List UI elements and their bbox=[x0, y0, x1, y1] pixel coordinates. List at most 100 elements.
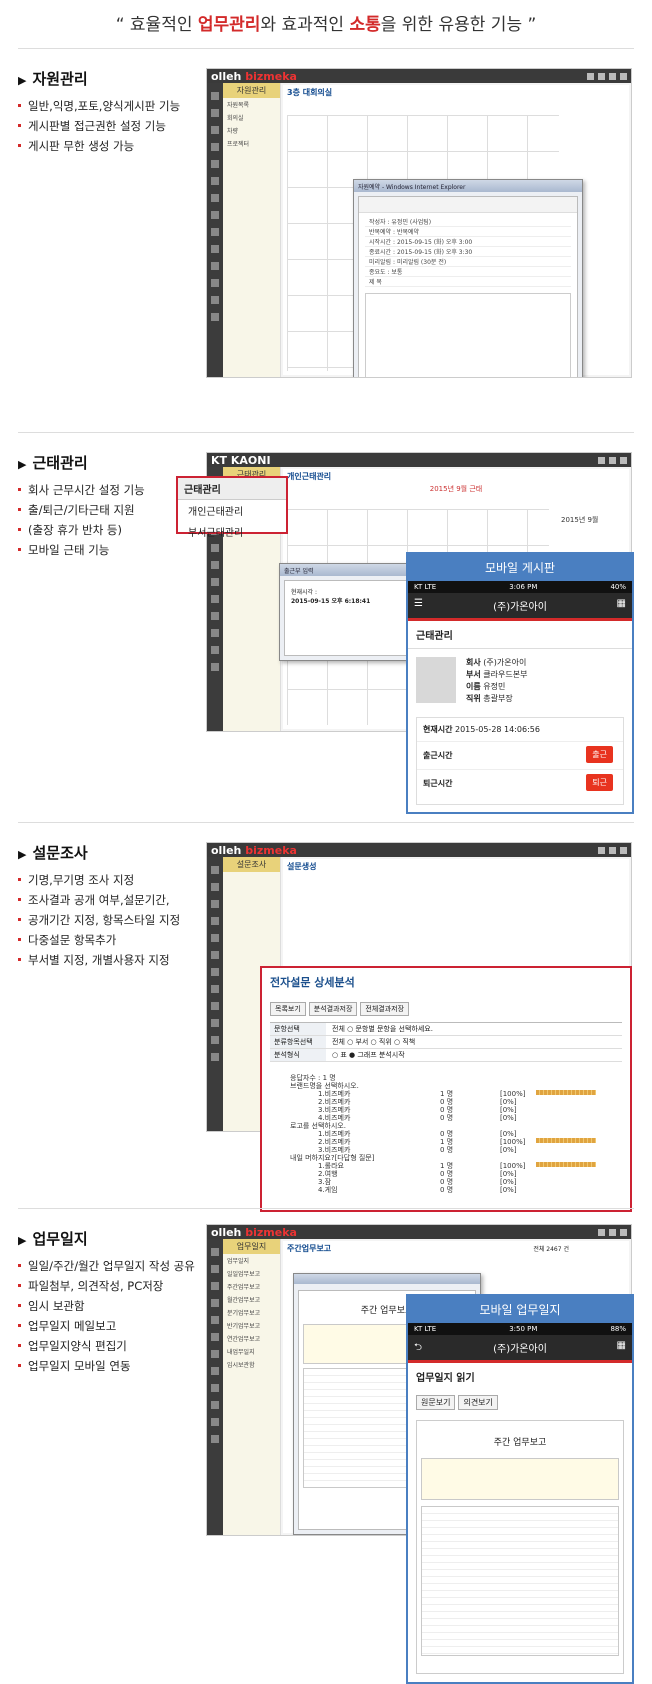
sidebar: 자원관리 자원목록 회의실 차량 프로젝터 bbox=[223, 83, 281, 377]
result-bar bbox=[536, 1138, 596, 1143]
bullet: 임시 보관함 bbox=[18, 1296, 208, 1316]
user-icon[interactable] bbox=[598, 72, 605, 80]
section-worklog: ▶ 업무일지 일일/주간/월간 업무일지 작성 공유 파일첨부, 의견작성, PC… bbox=[18, 1222, 634, 1684]
user-icon[interactable] bbox=[609, 456, 616, 464]
bullet-list: 기명,무기명 조사 지정 조사결과 공개 여부,설문기간, 공개기간 지정, 항… bbox=[18, 870, 208, 970]
bullet-cont: 공개기간 지정, 항목스타일 지정 bbox=[18, 910, 208, 930]
mobile-header: 모바일 업무일지 bbox=[408, 1296, 632, 1323]
grid-icon[interactable]: ▦ bbox=[617, 1340, 626, 1351]
top-bar: KT KAONI bbox=[207, 453, 631, 467]
result-row: 3.비즈메카 0 명 [0%] bbox=[318, 1106, 517, 1114]
result-bar bbox=[536, 1162, 596, 1167]
result-row: 2.여행 0 명 [0%] bbox=[318, 1170, 517, 1178]
view-original-button[interactable]: 원문보기 bbox=[416, 1395, 456, 1410]
divider bbox=[18, 432, 634, 433]
home-icon[interactable] bbox=[598, 456, 605, 464]
result-row: 응답자수 : 1 명 bbox=[290, 1074, 336, 1082]
bullet: 조사결과 공개 여부,설문기간, bbox=[18, 890, 208, 910]
divider bbox=[18, 48, 634, 49]
back-icon[interactable]: ⮌ bbox=[414, 1340, 422, 1357]
divider bbox=[18, 1208, 634, 1209]
bullet: 게시판 무한 생성 가능 bbox=[18, 136, 208, 156]
menu-personal-attendance[interactable]: 개인근태관리 bbox=[178, 500, 286, 521]
result-row: 로고를 선택하시오. bbox=[290, 1122, 346, 1130]
section-title: ▶ 근태관리 bbox=[18, 454, 88, 472]
popup-body: 현재시각 : 2015-09-15 오후 6:18:41 bbox=[284, 580, 424, 656]
top-bar: olleh bizmeka bbox=[207, 843, 631, 857]
resource-screenshot: olleh bizmeka 자원관리 자원목록 회의실 차량 프로젝터 3층 대회의실 … bbox=[206, 68, 632, 378]
logo: olleh bizmeka bbox=[211, 1225, 297, 1239]
settings-icon[interactable] bbox=[620, 456, 627, 464]
divider bbox=[18, 822, 634, 823]
results-list: 응답자수 : 1 명 브랜드명을 선택하시오. 1.비즈메카 1 명 [100%] 2.비… bbox=[290, 1074, 622, 1194]
app-bar: ⮌ (주)가온아이 ▦ bbox=[408, 1335, 632, 1360]
user-icon[interactable] bbox=[609, 846, 616, 854]
section-label: 업무일지 읽기 bbox=[416, 1373, 475, 1384]
top-bar: olleh bizmeka bbox=[207, 1225, 631, 1239]
section-label: 근태관리 bbox=[408, 621, 632, 649]
menu-dept-attendance[interactable]: 부서근태관리 bbox=[178, 521, 286, 542]
status-bar: KT LTE 3:50 PM 88% bbox=[408, 1323, 632, 1335]
result-row: 2.비즈메카 0 명 [0%] bbox=[318, 1098, 517, 1106]
result-row: 브랜드명을 선택하시오. bbox=[290, 1082, 359, 1090]
bullet: 다중설문 항목추가 bbox=[18, 930, 208, 950]
section-survey: ▶ 설문조사 기명,무기명 조사 지정 조사결과 공개 여부,설문기간, 공개기간… bbox=[18, 836, 634, 1216]
mobile-header: 모바일 게시판 bbox=[408, 554, 632, 581]
section-attendance: ▶ 근태관리 회사 근무시간 설정 기능 출/퇴근/기타근태 지원 (출장 휴가 … bbox=[18, 446, 634, 826]
section-resource: ▶ 자원관리 일반,익명,포토,양식게시판 기능 게시판별 접근권한 설정 기능 … bbox=[18, 62, 634, 382]
checkin-button[interactable]: 출근 bbox=[586, 746, 613, 763]
section-title: ▶ 업무일지 bbox=[18, 1230, 88, 1248]
logo: olleh bizmeka bbox=[211, 69, 297, 83]
left-nav bbox=[207, 857, 223, 1131]
view-comments-button[interactable]: 의견보기 bbox=[458, 1395, 498, 1410]
sidebar: 업무일지 업무일지 일일업무보고 주간업무보고 월간업무보고 분기업무보고 반기… bbox=[223, 1239, 281, 1535]
status-bar: KT LTE 3:06 PM 40% bbox=[408, 581, 632, 593]
checkout-button[interactable]: 퇴근 bbox=[586, 774, 613, 791]
bullet: 파일첨부, 의견작성, PC저장 bbox=[18, 1276, 208, 1296]
result-row: 1.비즈메카 1 명 [100%] bbox=[290, 1090, 622, 1098]
popup-body: 작성자 : 유정민 (사업팀) 반복예약 : 반복예약 시작시간 : 2015-… bbox=[358, 196, 578, 377]
settings-icon[interactable] bbox=[609, 72, 616, 80]
result-row: 1.롤라요 1 명 [100%] bbox=[290, 1162, 622, 1170]
bullet: 기명,무기명 조사 지정 bbox=[18, 870, 208, 890]
popup-titlebar: 자원예약 - Windows Internet Explorer bbox=[354, 180, 582, 192]
logo: KT KAONI bbox=[211, 453, 271, 467]
bullet: 부서별 지정, 개별사용자 지정 bbox=[18, 950, 208, 970]
editor-area[interactable] bbox=[365, 293, 571, 377]
left-nav bbox=[207, 83, 223, 377]
result-row: 내일 머하지요?[다답형 질문] bbox=[290, 1154, 375, 1162]
avatar bbox=[416, 657, 456, 703]
page-title: 주간업무보고 bbox=[287, 1244, 332, 1253]
result-row: 1.비즈메카 0 명 [0%] bbox=[318, 1130, 517, 1138]
bullet: 업무일지 모바일 연동 bbox=[18, 1356, 208, 1376]
page-title: 개인근태관리 bbox=[287, 472, 332, 481]
bullet: 일일/주간/월간 업무일지 작성 공유 bbox=[18, 1256, 208, 1276]
top-bar: olleh bizmeka bbox=[207, 69, 631, 83]
grid-icon[interactable]: ▦ bbox=[617, 598, 626, 609]
bullet: 일반,익명,포토,양식게시판 기능 bbox=[18, 96, 208, 116]
list-button[interactable]: 목록보기 bbox=[270, 1002, 306, 1016]
bullet-list: 일반,익명,포토,양식게시판 기능 게시판별 접근권한 설정 기능 게시판 무한… bbox=[18, 96, 208, 156]
bullet: 업무일지 메일보고 bbox=[18, 1316, 208, 1336]
mobile-worklog: 모바일 업무일지 KT LTE 3:50 PM 88% ⮌ (주)가온아이 ▦ 업무일지… bbox=[406, 1294, 634, 1684]
app-bar: ☰ (주)가온아이 ▦ bbox=[408, 593, 632, 618]
result-row: 3.비즈메카 0 명 [0%] bbox=[318, 1146, 517, 1154]
page-title: 설문생성 bbox=[287, 862, 317, 871]
save-all-button[interactable]: 전체결과저장 bbox=[360, 1002, 410, 1016]
bullet: 업무일지양식 편집기 bbox=[18, 1336, 208, 1356]
report-document: 주간 업무보고 bbox=[416, 1420, 624, 1674]
bullet-list: 일일/주간/월간 업무일지 작성 공유 파일첨부, 의견작성, PC저장 임시 … bbox=[18, 1256, 208, 1376]
user-icon[interactable] bbox=[609, 1228, 616, 1236]
mobile-board: 모바일 게시판 KT LTE 3:06 PM 40% ☰ (주)가온아이 ▦ 근태관리 … bbox=[406, 552, 634, 814]
settings-icon[interactable] bbox=[620, 846, 627, 854]
result-bar bbox=[536, 1090, 596, 1095]
home-icon[interactable] bbox=[598, 846, 605, 854]
home-icon[interactable] bbox=[587, 72, 594, 80]
headline: “ 효율적인 업무관리와 효과적인 소통을 위한 유용한 기능 ” bbox=[115, 15, 537, 35]
settings-icon[interactable] bbox=[620, 1228, 627, 1236]
save-analysis-button[interactable]: 분석결과저장 bbox=[308, 1002, 358, 1016]
help-icon[interactable] bbox=[620, 72, 627, 80]
menu-icon[interactable]: ☰ bbox=[414, 598, 423, 609]
survey-analysis-panel: 전자설문 상세분석 목록보기 분석결과저장 전체결과저장 문항선택 전체 ○ 문항별 … bbox=[260, 966, 632, 1212]
home-icon[interactable] bbox=[598, 1228, 605, 1236]
